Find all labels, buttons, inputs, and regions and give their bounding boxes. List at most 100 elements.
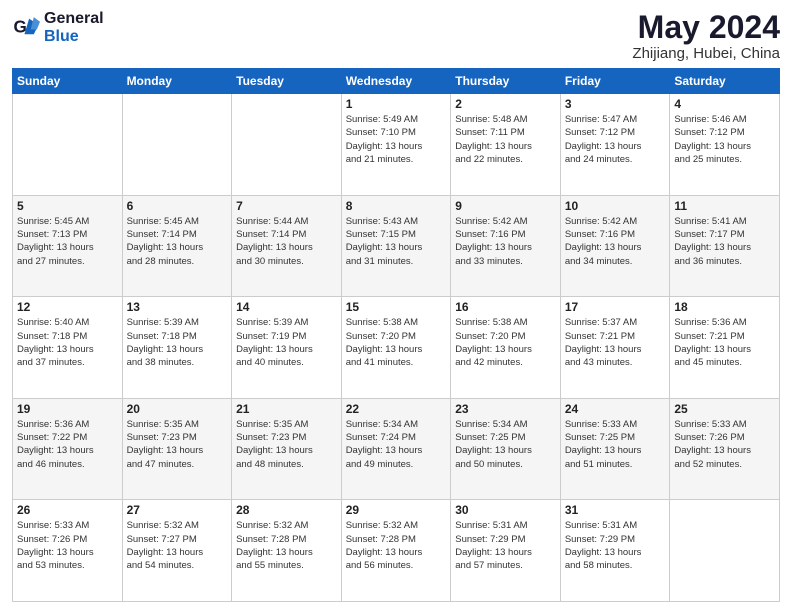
calendar-cell (13, 94, 123, 196)
day-info: Sunrise: 5:45 AM Sunset: 7:14 PM Dayligh… (127, 215, 228, 268)
day-info: Sunrise: 5:33 AM Sunset: 7:26 PM Dayligh… (674, 418, 775, 471)
day-number: 4 (674, 97, 775, 111)
header-saturday: Saturday (670, 69, 780, 94)
subtitle: Zhijiang, Hubei, China (632, 45, 780, 62)
day-number: 11 (674, 199, 775, 213)
day-info: Sunrise: 5:45 AM Sunset: 7:13 PM Dayligh… (17, 215, 118, 268)
calendar-cell: 13Sunrise: 5:39 AM Sunset: 7:18 PM Dayli… (122, 297, 232, 399)
calendar-cell: 22 Sunrise: 5:34 AM Sunset: 7:24 PM Dayli… (341, 398, 451, 500)
calendar-header-row: Sunday Monday Tuesday Wednesday Thursday… (13, 69, 780, 94)
calendar-table: Sunday Monday Tuesday Wednesday Thursday… (12, 68, 780, 602)
calendar-cell: 2Sunrise: 5:48 AM Sunset: 7:11 PM Daylig… (451, 94, 561, 196)
header-monday: Monday (122, 69, 232, 94)
header-thursday: Thursday (451, 69, 561, 94)
week-row-1: 5 Sunrise: 5:45 AM Sunset: 7:13 PM Daylig… (13, 195, 780, 297)
calendar-cell: 18 Sunrise: 5:36 AM Sunset: 7:21 PM Dayli… (670, 297, 780, 399)
page: G General Blue May 2024 Zhijiang, Hubei,… (0, 0, 792, 612)
day-info: Sunrise: 5:48 AM Sunset: 7:11 PM Dayligh… (455, 113, 556, 166)
day-number: 18 (674, 300, 775, 314)
header: G General Blue May 2024 Zhijiang, Hubei,… (12, 10, 780, 62)
calendar-cell: 10 Sunrise: 5:42 AM Sunset: 7:16 PM Dayli… (560, 195, 670, 297)
week-row-2: 12 Sunrise: 5:40 AM Sunset: 7:18 PM Dayli… (13, 297, 780, 399)
calendar-cell: 25 Sunrise: 5:33 AM Sunset: 7:26 PM Dayli… (670, 398, 780, 500)
day-number: 13 (127, 300, 228, 314)
day-number: 8 (346, 199, 447, 213)
day-number: 19 (17, 402, 118, 416)
day-info: Sunrise: 5:35 AM Sunset: 7:23 PM Dayligh… (236, 418, 337, 471)
day-info: Sunrise: 5:33 AM Sunset: 7:25 PM Dayligh… (565, 418, 666, 471)
day-info: Sunrise: 5:38 AM Sunset: 7:20 PM Dayligh… (455, 316, 556, 369)
day-number: 22 (346, 402, 447, 416)
day-info: Sunrise: 5:47 AM Sunset: 7:12 PM Dayligh… (565, 113, 666, 166)
calendar-cell: 31Sunrise: 5:31 AM Sunset: 7:29 PM Dayli… (560, 500, 670, 602)
title-block: May 2024 Zhijiang, Hubei, China (632, 10, 780, 62)
calendar-cell: 26Sunrise: 5:33 AM Sunset: 7:26 PM Dayli… (13, 500, 123, 602)
logo-icon: G (12, 14, 40, 42)
day-info: Sunrise: 5:42 AM Sunset: 7:16 PM Dayligh… (455, 215, 556, 268)
calendar-cell: 28Sunrise: 5:32 AM Sunset: 7:28 PM Dayli… (232, 500, 342, 602)
calendar-cell: 5 Sunrise: 5:45 AM Sunset: 7:13 PM Daylig… (13, 195, 123, 297)
day-info: Sunrise: 5:43 AM Sunset: 7:15 PM Dayligh… (346, 215, 447, 268)
day-number: 25 (674, 402, 775, 416)
header-sunday: Sunday (13, 69, 123, 94)
day-info: Sunrise: 5:40 AM Sunset: 7:18 PM Dayligh… (17, 316, 118, 369)
day-number: 17 (565, 300, 666, 314)
calendar-cell: 17 Sunrise: 5:37 AM Sunset: 7:21 PM Dayli… (560, 297, 670, 399)
logo-line1: General (44, 10, 104, 27)
week-row-3: 19Sunrise: 5:36 AM Sunset: 7:22 PM Dayli… (13, 398, 780, 500)
calendar-cell: 12 Sunrise: 5:40 AM Sunset: 7:18 PM Dayli… (13, 297, 123, 399)
calendar-cell: 19Sunrise: 5:36 AM Sunset: 7:22 PM Dayli… (13, 398, 123, 500)
logo-line2: Blue (44, 28, 79, 45)
day-info: Sunrise: 5:34 AM Sunset: 7:25 PM Dayligh… (455, 418, 556, 471)
calendar-cell (122, 94, 232, 196)
day-number: 1 (346, 97, 447, 111)
day-number: 14 (236, 300, 337, 314)
calendar-cell: 4 Sunrise: 5:46 AM Sunset: 7:12 PM Daylig… (670, 94, 780, 196)
day-number: 23 (455, 402, 556, 416)
day-info: Sunrise: 5:31 AM Sunset: 7:29 PM Dayligh… (455, 519, 556, 572)
day-info: Sunrise: 5:37 AM Sunset: 7:21 PM Dayligh… (565, 316, 666, 369)
day-number: 10 (565, 199, 666, 213)
logo: G General Blue (12, 10, 104, 45)
day-number: 24 (565, 402, 666, 416)
calendar-cell: 14Sunrise: 5:39 AM Sunset: 7:19 PM Dayli… (232, 297, 342, 399)
calendar-cell: 23 Sunrise: 5:34 AM Sunset: 7:25 PM Dayli… (451, 398, 561, 500)
day-info: Sunrise: 5:34 AM Sunset: 7:24 PM Dayligh… (346, 418, 447, 471)
calendar-cell: 1Sunrise: 5:49 AM Sunset: 7:10 PM Daylig… (341, 94, 451, 196)
day-info: Sunrise: 5:32 AM Sunset: 7:28 PM Dayligh… (346, 519, 447, 572)
day-number: 16 (455, 300, 556, 314)
calendar-cell (670, 500, 780, 602)
week-row-0: 1Sunrise: 5:49 AM Sunset: 7:10 PM Daylig… (13, 94, 780, 196)
calendar-cell: 6 Sunrise: 5:45 AM Sunset: 7:14 PM Daylig… (122, 195, 232, 297)
header-wednesday: Wednesday (341, 69, 451, 94)
day-info: Sunrise: 5:41 AM Sunset: 7:17 PM Dayligh… (674, 215, 775, 268)
day-number: 21 (236, 402, 337, 416)
day-info: Sunrise: 5:44 AM Sunset: 7:14 PM Dayligh… (236, 215, 337, 268)
day-number: 6 (127, 199, 228, 213)
calendar-cell: 7 Sunrise: 5:44 AM Sunset: 7:14 PM Daylig… (232, 195, 342, 297)
day-number: 20 (127, 402, 228, 416)
day-info: Sunrise: 5:42 AM Sunset: 7:16 PM Dayligh… (565, 215, 666, 268)
header-tuesday: Tuesday (232, 69, 342, 94)
day-number: 15 (346, 300, 447, 314)
day-info: Sunrise: 5:46 AM Sunset: 7:12 PM Dayligh… (674, 113, 775, 166)
day-info: Sunrise: 5:35 AM Sunset: 7:23 PM Dayligh… (127, 418, 228, 471)
calendar-cell: 29Sunrise: 5:32 AM Sunset: 7:28 PM Dayli… (341, 500, 451, 602)
calendar-cell (232, 94, 342, 196)
calendar-cell: 24 Sunrise: 5:33 AM Sunset: 7:25 PM Dayli… (560, 398, 670, 500)
day-info: Sunrise: 5:36 AM Sunset: 7:21 PM Dayligh… (674, 316, 775, 369)
day-number: 28 (236, 503, 337, 517)
logo-text-block: General Blue (44, 10, 104, 45)
day-number: 26 (17, 503, 118, 517)
day-number: 9 (455, 199, 556, 213)
day-number: 12 (17, 300, 118, 314)
day-number: 30 (455, 503, 556, 517)
day-info: Sunrise: 5:32 AM Sunset: 7:27 PM Dayligh… (127, 519, 228, 572)
calendar-cell: 30 Sunrise: 5:31 AM Sunset: 7:29 PM Dayli… (451, 500, 561, 602)
day-number: 7 (236, 199, 337, 213)
calendar-cell: 8 Sunrise: 5:43 AM Sunset: 7:15 PM Daylig… (341, 195, 451, 297)
day-info: Sunrise: 5:31 AM Sunset: 7:29 PM Dayligh… (565, 519, 666, 572)
calendar-cell: 21 Sunrise: 5:35 AM Sunset: 7:23 PM Dayli… (232, 398, 342, 500)
header-friday: Friday (560, 69, 670, 94)
day-number: 5 (17, 199, 118, 213)
